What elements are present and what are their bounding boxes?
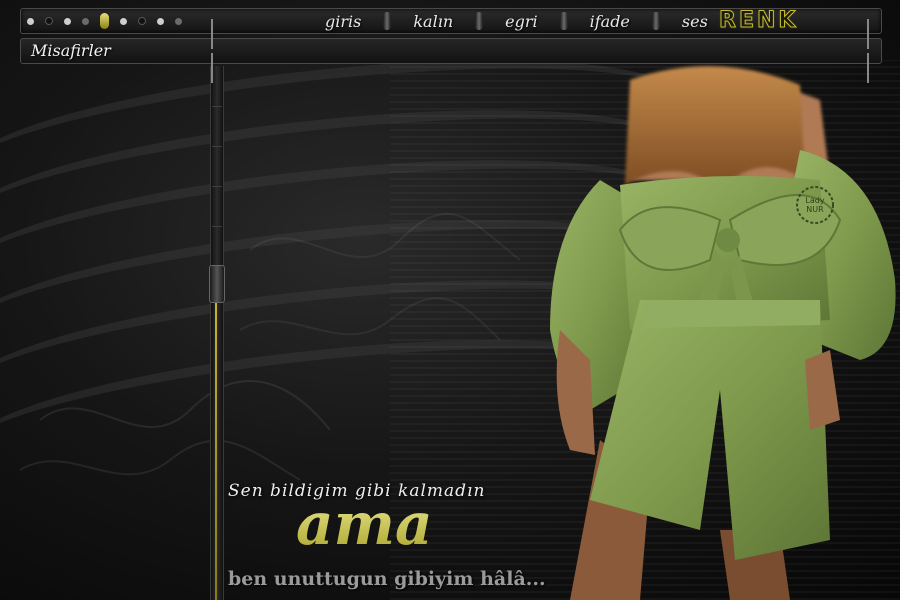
grip-handle-left[interactable]: [211, 19, 213, 83]
menu-egri[interactable]: egri: [483, 12, 559, 31]
vertical-scroll-track[interactable]: [210, 66, 224, 600]
scroll-handle[interactable]: [209, 265, 225, 303]
menu-ifade[interactable]: ifade: [568, 12, 652, 31]
dot-button[interactable]: [45, 17, 53, 25]
menu-separator: [651, 12, 660, 30]
scroll-progress-fill: [215, 300, 217, 600]
menu-giris[interactable]: giris: [303, 12, 383, 31]
menu-separator: [475, 12, 484, 30]
menu-separator: [383, 12, 392, 30]
dot-button[interactable]: [138, 17, 146, 25]
color-dots: [27, 9, 182, 33]
visitors-bar: Misafirler: [20, 19, 882, 83]
renk-button[interactable]: RENK: [718, 8, 798, 33]
top-toolbar: giris kalın egri ifade ses RENK: [20, 8, 882, 34]
svg-text:NUR: NUR: [806, 205, 824, 214]
dot-button[interactable]: [64, 17, 71, 25]
dot-button[interactable]: [175, 17, 182, 25]
dot-button[interactable]: [27, 17, 34, 25]
woman-figure-image: Lady NUR: [550, 66, 896, 600]
dot-button[interactable]: [82, 17, 89, 25]
grip-handle-right[interactable]: [867, 19, 869, 83]
menu-separator: [559, 12, 568, 30]
style-menu: giris kalın egri ifade ses: [303, 9, 730, 33]
menu-kalin[interactable]: kalın: [391, 12, 475, 31]
slider-knob[interactable]: [100, 13, 109, 29]
visitors-label: Misafirler: [31, 41, 111, 60]
poem-line-2: ama: [296, 490, 433, 558]
dot-button[interactable]: [157, 17, 164, 25]
dot-button[interactable]: [120, 17, 127, 25]
svg-text:Lady: Lady: [805, 196, 824, 205]
poem-line-3: ben unuttugun gibiyim hâlâ...: [228, 568, 546, 590]
